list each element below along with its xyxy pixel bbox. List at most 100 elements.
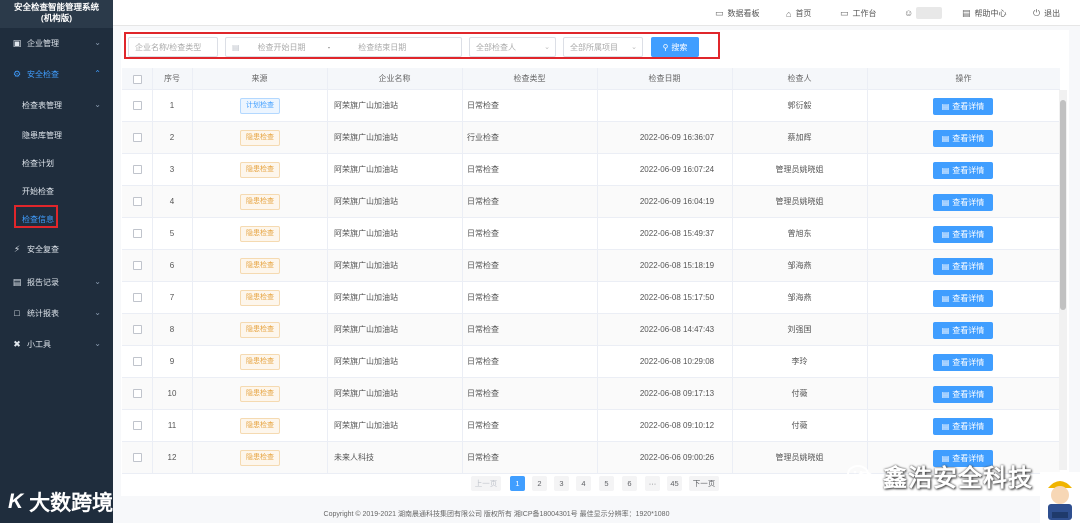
- view-detail-label: 查看详情: [952, 230, 985, 239]
- pagination-page-4[interactable]: 4: [576, 476, 591, 491]
- view-detail-button[interactable]: ▤ 查看详情: [933, 130, 993, 147]
- view-detail-button[interactable]: ▤ 查看详情: [933, 354, 993, 371]
- row-checkbox[interactable]: [133, 421, 142, 430]
- view-detail-button[interactable]: ▤ 查看详情: [933, 226, 993, 243]
- row-checkbox[interactable]: [133, 261, 142, 270]
- system-title: 安全检查智能管理系统 (机构版): [0, 0, 113, 28]
- cell-no: 5: [169, 229, 175, 238]
- row-checkbox[interactable]: [133, 229, 142, 238]
- row-checkbox[interactable]: [133, 101, 142, 110]
- sidebar-item-tools[interactable]: ✖ 小工具 ⌄: [0, 334, 113, 354]
- row-checkbox[interactable]: [133, 389, 142, 398]
- pagination-page-5[interactable]: 5: [599, 476, 614, 491]
- document-icon: ▤: [941, 294, 950, 303]
- pagination-page-1[interactable]: 1: [510, 476, 525, 491]
- row-checkbox[interactable]: [133, 293, 142, 302]
- view-detail-label: 查看详情: [952, 358, 985, 367]
- pagination-page-2[interactable]: 2: [532, 476, 547, 491]
- home-link[interactable]: ⌂ 首页: [786, 8, 811, 19]
- workbench-link[interactable]: ▭ 工作台: [840, 8, 877, 19]
- source-tag: 隐患检查: [240, 130, 280, 146]
- source-tag: 计划检查: [240, 98, 280, 114]
- power-icon: ⏻: [1033, 8, 1041, 18]
- view-detail-label: 查看详情: [952, 134, 985, 143]
- view-detail-label: 查看详情: [952, 102, 985, 111]
- view-detail-label: 查看详情: [952, 294, 985, 303]
- sidebar-item-reports[interactable]: ▤ 报告记录 ⌄: [0, 272, 113, 292]
- view-detail-button[interactable]: ▤ 查看详情: [933, 162, 993, 179]
- document-icon: ▤: [962, 8, 971, 18]
- view-detail-button[interactable]: ▤ 查看详情: [933, 290, 993, 307]
- pagination-page-3[interactable]: 3: [554, 476, 569, 491]
- sidebar-item-company[interactable]: ▣ 企业管理 ⌄: [0, 33, 113, 53]
- view-detail-button[interactable]: ▤ 查看详情: [933, 386, 993, 403]
- chevron-down-icon: ⌄: [94, 38, 101, 47]
- folder-icon: □: [14, 308, 20, 318]
- pagination-next[interactable]: 下一页: [689, 476, 719, 491]
- start-date-placeholder: 检查开始日期: [257, 42, 306, 52]
- pagination-page-6[interactable]: 6: [622, 476, 637, 491]
- help-link[interactable]: ▤ 帮助中心: [962, 8, 1007, 19]
- column-header-source: 来源: [251, 74, 268, 83]
- sidebar-subitem-start-check[interactable]: 开始检查: [0, 181, 113, 201]
- view-detail-button[interactable]: ▤ 查看详情: [933, 258, 993, 275]
- tools-icon: ✖: [13, 338, 21, 349]
- column-header-type: 检查类型: [513, 74, 546, 83]
- dashboard-link[interactable]: ▭ 数据看板: [715, 8, 760, 19]
- row-checkbox[interactable]: [133, 357, 142, 366]
- pagination-prev[interactable]: 上一页: [471, 476, 501, 491]
- row-checkbox[interactable]: [133, 165, 142, 174]
- sidebar-subitem-hazard-library[interactable]: 隐患库管理: [0, 125, 113, 145]
- page-number: 45: [670, 479, 679, 488]
- pagination-ellipsis[interactable]: ···: [645, 476, 660, 491]
- view-detail-button[interactable]: ▤ 查看详情: [933, 322, 993, 339]
- table-column-divider: [597, 68, 598, 474]
- sidebar-item-statistics[interactable]: □ 统计报表 ⌄: [0, 303, 113, 323]
- watermark-left: K 大数跨境: [8, 487, 113, 517]
- clipboard-icon: ▤: [12, 276, 22, 287]
- cell-check-type: 日常检查: [467, 261, 499, 270]
- sidebar-subitem-checklist[interactable]: 检查表管理 ⌄: [0, 95, 113, 115]
- column-header-actions: 操作: [955, 74, 972, 83]
- row-checkbox[interactable]: [133, 133, 142, 142]
- cell-no: 11: [167, 421, 177, 430]
- date-range-picker[interactable]: ▤ 检查开始日期 - 检查结束日期: [225, 37, 462, 57]
- row-checkbox[interactable]: [133, 453, 142, 462]
- sidebar-item-recheck[interactable]: ⚡ 安全复查: [0, 239, 113, 259]
- table-column-divider: [867, 68, 868, 474]
- view-detail-label: 查看详情: [952, 422, 985, 431]
- chevron-down-icon: ⌄: [94, 100, 101, 109]
- project-select[interactable]: 全部所属项目 ⌄: [563, 37, 643, 57]
- sidebar-subitem-plan[interactable]: 检查计划: [0, 153, 113, 173]
- document-icon: ▤: [941, 358, 950, 367]
- company-type-input[interactable]: 企业名称/检查类型: [128, 37, 218, 57]
- search-button[interactable]: ⚲ 搜索: [651, 37, 699, 57]
- chevron-up-icon: ⌃: [94, 69, 101, 78]
- document-icon: ▤: [941, 102, 950, 111]
- cell-inspector: 管理员姚晓姐: [775, 197, 824, 206]
- row-checkbox[interactable]: [133, 197, 142, 206]
- cell-company: 阿荣旗广山加油站: [334, 261, 398, 270]
- select-all-checkbox[interactable]: [133, 75, 142, 84]
- lightning-icon: ⚡: [13, 243, 21, 254]
- row-checkbox[interactable]: [133, 325, 142, 334]
- cell-company: 阿荣旗广山加油站: [334, 389, 398, 398]
- view-detail-button[interactable]: ▤ 查看详情: [933, 418, 993, 435]
- project-placeholder: 全部所属项目: [570, 42, 618, 52]
- pagination-page-45[interactable]: 45: [667, 476, 682, 491]
- sidebar-item-safety-check[interactable]: ⚙ 安全检查 ⌃: [0, 64, 113, 84]
- selection-highlight-box: [14, 205, 58, 228]
- logout-link[interactable]: ⏻ 退出: [1033, 8, 1060, 19]
- user-icon: ☺: [904, 8, 914, 18]
- inspector-select[interactable]: 全部检查人 ⌄: [469, 37, 556, 57]
- page-number: 2: [537, 479, 542, 488]
- wechat-icon: [847, 464, 874, 486]
- view-detail-button[interactable]: ▤ 查看详情: [933, 98, 993, 115]
- table-row: 2 隐患检查 阿荣旗广山加油站 行业检查 2022-06-09 16:36:07 蔡加辉 ▤…: [122, 122, 1060, 154]
- chevron-down-icon: ⌄: [544, 44, 550, 51]
- cell-no: 12: [167, 453, 177, 462]
- page-ellipsis: ···: [648, 479, 657, 488]
- source-tag: 隐患检查: [240, 386, 280, 402]
- table-scrollbar-thumb[interactable]: [1060, 100, 1066, 310]
- view-detail-button[interactable]: ▤ 查看详情: [933, 194, 993, 211]
